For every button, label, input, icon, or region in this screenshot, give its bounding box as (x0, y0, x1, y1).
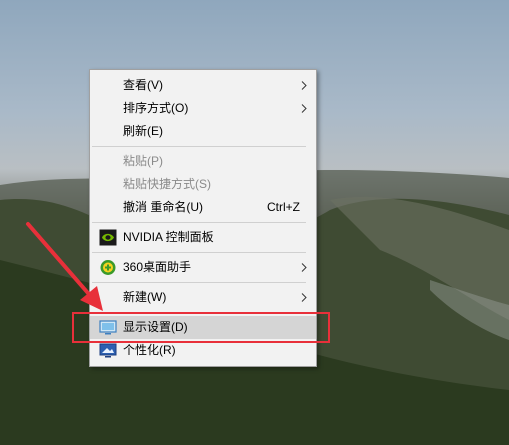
menu-separator (92, 252, 306, 253)
menu-item-sort-by[interactable]: 排序方式(O) (90, 97, 316, 120)
menu-item-label: 360桌面助手 (123, 260, 192, 274)
menu-separator (92, 312, 306, 313)
chevron-right-icon (301, 263, 307, 272)
personalize-icon (99, 343, 117, 358)
menu-item-view[interactable]: 查看(V) (90, 74, 316, 97)
menu-item-display-settings[interactable]: 显示设置(D) (90, 316, 316, 339)
chevron-right-icon (301, 104, 307, 113)
menu-separator (92, 282, 306, 283)
menu-item-label: 个性化(R) (123, 343, 176, 357)
menu-item-label: 显示设置(D) (123, 320, 188, 334)
chevron-right-icon (301, 81, 307, 90)
menu-item-label: NVIDIA 控制面板 (123, 230, 214, 244)
menu-item-undo-rename[interactable]: 撤消 重命名(U) Ctrl+Z (90, 196, 316, 219)
menu-separator (92, 222, 306, 223)
menu-item-label: 刷新(E) (123, 124, 163, 138)
desktop-context-menu: 查看(V) 排序方式(O) 刷新(E) 粘贴(P) 粘贴快捷方式(S) 撤消 重… (89, 69, 317, 367)
menu-item-personalize[interactable]: 个性化(R) (90, 339, 316, 362)
menu-item-label: 排序方式(O) (123, 101, 189, 115)
menu-item-refresh[interactable]: 刷新(E) (90, 120, 316, 143)
menu-item-label: 查看(V) (123, 78, 163, 92)
menu-item-shortcut: Ctrl+Z (267, 200, 300, 214)
360-icon (100, 260, 116, 275)
display-settings-icon (99, 320, 117, 335)
menu-item-360-desktop-assistant[interactable]: 360桌面助手 (90, 256, 316, 279)
menu-item-label: 粘贴(P) (123, 154, 163, 168)
menu-item-label: 粘贴快捷方式(S) (123, 177, 211, 191)
menu-item-label: 新建(W) (123, 290, 167, 304)
menu-item-nvidia-control-panel[interactable]: NVIDIA 控制面板 (90, 226, 316, 249)
chevron-right-icon (301, 293, 307, 302)
menu-item-paste: 粘贴(P) (90, 150, 316, 173)
nvidia-icon (99, 229, 117, 246)
menu-item-paste-shortcut: 粘贴快捷方式(S) (90, 173, 316, 196)
menu-item-new[interactable]: 新建(W) (90, 286, 316, 309)
menu-item-label: 撤消 重命名(U) (123, 200, 203, 214)
menu-separator (92, 146, 306, 147)
